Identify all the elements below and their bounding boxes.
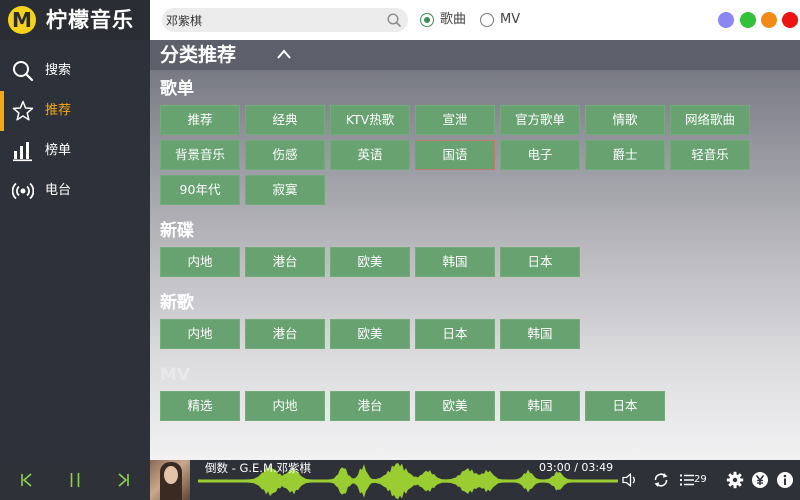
main-content: 分类推荐 歌单 推荐 经典 KTV热歌 宣泄 官方歌单 情歌 网络歌曲 背景音乐… [150, 40, 800, 460]
radio-label: 歌曲 [440, 12, 467, 27]
tag-button[interactable]: 内地 [245, 391, 325, 421]
tag-button[interactable]: 欧美 [415, 391, 495, 421]
tag-button[interactable]: KTV热歌 [330, 105, 410, 135]
tag-button[interactable]: 港台 [330, 391, 410, 421]
sidebar-item-label: 榜单 [45, 143, 72, 158]
close-button[interactable] [782, 12, 798, 28]
active-indicator [0, 91, 4, 131]
tag-button[interactable]: 内地 [160, 247, 240, 277]
tag-button[interactable]: 港台 [245, 247, 325, 277]
sidebar-item-recommend[interactable]: 推荐 [0, 91, 150, 131]
radio-button-icon [480, 13, 494, 27]
star-icon [12, 100, 34, 121]
section-title-mv: MV [160, 365, 191, 385]
info-icon[interactable] [776, 471, 794, 489]
sidebar-item-label: 电台 [45, 183, 72, 198]
tag-button[interactable]: 精选 [160, 391, 240, 421]
search-icon[interactable] [386, 12, 402, 28]
total-time: 03:49 [581, 461, 614, 474]
sidebar: M 柠檬音乐 搜索 推荐 榜单 电台 [0, 0, 150, 460]
tag-button[interactable]: 宣泄 [415, 105, 495, 135]
tag-button[interactable]: 国语 [415, 140, 495, 170]
tag-button[interactable]: 网络歌曲 [670, 105, 750, 135]
tag-button[interactable]: 内地 [160, 319, 240, 349]
tag-button[interactable]: 90年代 [160, 175, 240, 205]
tag-button[interactable]: 欧美 [330, 319, 410, 349]
top-bar: 歌曲 MV [150, 0, 800, 40]
tag-button[interactable]: 背景音乐 [160, 140, 240, 170]
tag-button[interactable]: 日本 [500, 247, 580, 277]
playlist-count: 29 [694, 474, 707, 485]
tag-button[interactable]: 日本 [585, 391, 665, 421]
section-title-new-songs: 新歌 [160, 293, 194, 313]
section-title-playlists: 歌单 [160, 79, 194, 99]
volume-icon[interactable] [621, 471, 639, 489]
tag-button[interactable]: 经典 [245, 105, 325, 135]
app-name: 柠檬音乐 [46, 8, 134, 32]
page-title: 分类推荐 [160, 44, 237, 66]
song-title: 倒数 - G.E.M.邓紫棋 [205, 461, 312, 475]
tag-button[interactable]: 情歌 [585, 105, 665, 135]
time-display: 03:00 / 03:49 [539, 461, 613, 475]
chart-bars-icon [13, 142, 32, 162]
sidebar-item-label: 搜索 [45, 63, 72, 78]
chevron-up-icon[interactable] [276, 48, 292, 60]
search-icon [13, 61, 34, 82]
album-art[interactable] [150, 460, 190, 500]
section-title-new-albums: 新碟 [160, 221, 194, 241]
player-bar: 倒数 - G.E.M.邓紫棋 03:00 / 03:49 29 [0, 460, 800, 500]
time-separator: / [570, 461, 582, 474]
tag-button[interactable]: 欧美 [330, 247, 410, 277]
radio-broadcast-icon [12, 182, 34, 200]
tag-button[interactable]: 官方歌单 [500, 105, 580, 135]
main-header: 分类推荐 [150, 40, 800, 70]
search-input[interactable] [166, 10, 376, 30]
tag-button[interactable]: 英语 [330, 140, 410, 170]
skin-button[interactable] [718, 12, 734, 28]
tag-button[interactable]: 爵士 [585, 140, 665, 170]
minimize-button[interactable] [740, 12, 756, 28]
logo-letter: M [12, 8, 32, 32]
radio-mv[interactable]: MV [480, 12, 530, 30]
tag-button[interactable]: 轻音乐 [670, 140, 750, 170]
pause-icon[interactable] [65, 470, 85, 490]
tag-button[interactable]: 日本 [415, 319, 495, 349]
tag-button[interactable]: 韩国 [415, 247, 495, 277]
radio-songs[interactable]: 歌曲 [420, 12, 480, 30]
app-logo: M 柠檬音乐 [0, 0, 150, 40]
next-track-icon[interactable] [113, 470, 133, 490]
album-art-face [164, 466, 178, 484]
tag-button[interactable]: 寂寞 [245, 175, 325, 205]
current-time: 03:00 [539, 461, 571, 474]
tag-button[interactable]: 韩国 [500, 319, 580, 349]
sidebar-item-search[interactable]: 搜索 [0, 51, 150, 91]
radio-button-icon [420, 13, 434, 27]
repeat-icon[interactable] [652, 471, 670, 489]
tag-button[interactable]: 韩国 [500, 391, 580, 421]
donate-yen-icon[interactable] [751, 471, 769, 489]
sidebar-item-radio[interactable]: 电台 [0, 171, 150, 211]
settings-gear-icon[interactable] [726, 471, 744, 489]
tag-button[interactable]: 推荐 [160, 105, 240, 135]
maximize-button[interactable] [761, 12, 777, 28]
tag-button[interactable]: 电子 [500, 140, 580, 170]
previous-track-icon[interactable] [17, 470, 37, 490]
tag-button[interactable]: 伤感 [245, 140, 325, 170]
tag-button[interactable]: 港台 [245, 319, 325, 349]
sidebar-item-charts[interactable]: 榜单 [0, 131, 150, 171]
sidebar-item-label: 推荐 [45, 103, 72, 118]
search-box [162, 8, 408, 32]
radio-label: MV [500, 12, 521, 27]
